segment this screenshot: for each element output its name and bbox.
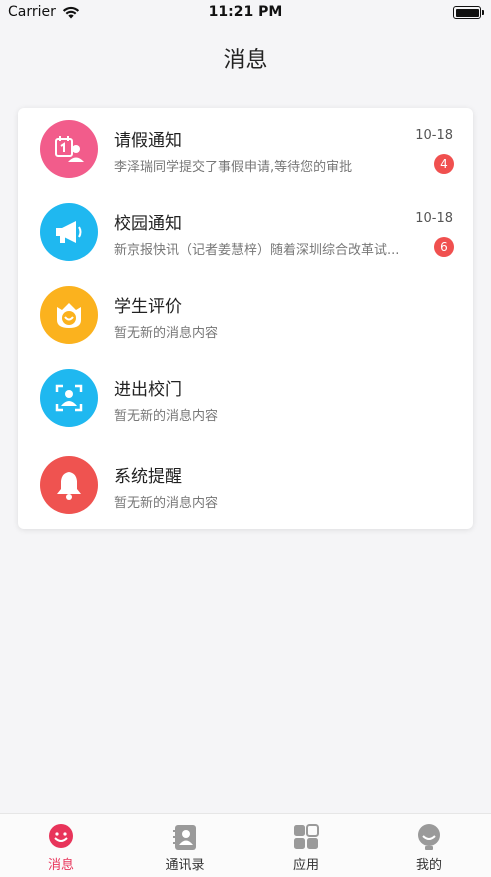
status-bar: Carrier 11:21 PM xyxy=(0,0,491,26)
message-title: 进出校门 xyxy=(114,380,182,400)
tab-bar: 消息 通讯录 应用 我的 xyxy=(0,813,491,877)
message-preview: 暂无新的消息内容 xyxy=(114,409,219,424)
smiley-badge-icon xyxy=(40,286,98,344)
clock: 11:21 PM xyxy=(208,4,283,20)
tab-messages[interactable]: 消息 xyxy=(21,822,101,873)
message-date: 10-18 xyxy=(415,128,453,143)
message-row-system[interactable]: 系统提醒 暂无新的消息内容 xyxy=(18,444,473,527)
message-list: 请假通知 李泽瑞同学提交了事假申请,等待您的审批 10-18 4 校园通知 新京… xyxy=(18,108,473,529)
message-smile-icon xyxy=(49,824,73,848)
tab-label: 通讯录 xyxy=(165,858,205,873)
tab-profile[interactable]: 我的 xyxy=(389,822,469,873)
message-title: 校园通知 xyxy=(114,214,182,234)
message-row-campus[interactable]: 校园通知 新京报快讯（记者姜慧梓）随着深圳综合改革试... 10-18 6 xyxy=(18,191,473,274)
message-row-leave[interactable]: 请假通知 李泽瑞同学提交了事假申请,等待您的审批 10-18 4 xyxy=(18,108,473,191)
message-preview: 暂无新的消息内容 xyxy=(114,496,219,511)
message-title: 请假通知 xyxy=(114,131,182,151)
profile-avatar-icon xyxy=(418,824,440,850)
message-preview: 新京报快讯（记者姜慧梓）随着深圳综合改革试... xyxy=(114,243,400,258)
contacts-book-icon xyxy=(173,825,196,850)
message-preview: 暂无新的消息内容 xyxy=(114,326,219,341)
tab-label: 我的 xyxy=(415,858,442,873)
tab-contacts[interactable]: 通讯录 xyxy=(145,822,225,873)
bell-icon xyxy=(40,456,98,514)
tab-apps[interactable]: 应用 xyxy=(266,822,346,873)
unread-badge: 4 xyxy=(434,154,454,174)
message-date: 10-18 xyxy=(415,211,453,226)
unread-badge: 6 xyxy=(434,237,454,257)
message-row-evaluation[interactable]: 学生评价 暂无新的消息内容 xyxy=(18,274,473,357)
leave-calendar-icon xyxy=(40,120,98,178)
message-title: 学生评价 xyxy=(114,297,182,317)
message-row-gate[interactable]: 进出校门 暂无新的消息内容 xyxy=(18,357,473,440)
battery-icon xyxy=(453,6,484,19)
megaphone-icon xyxy=(40,203,98,261)
message-preview: 李泽瑞同学提交了事假申请,等待您的审批 xyxy=(114,160,353,175)
message-title: 系统提醒 xyxy=(114,467,182,487)
tab-label: 消息 xyxy=(47,858,74,873)
apps-grid-icon xyxy=(294,824,319,849)
tab-label: 应用 xyxy=(292,858,319,873)
page-title: 消息 xyxy=(223,48,268,73)
face-scan-icon xyxy=(40,369,98,427)
